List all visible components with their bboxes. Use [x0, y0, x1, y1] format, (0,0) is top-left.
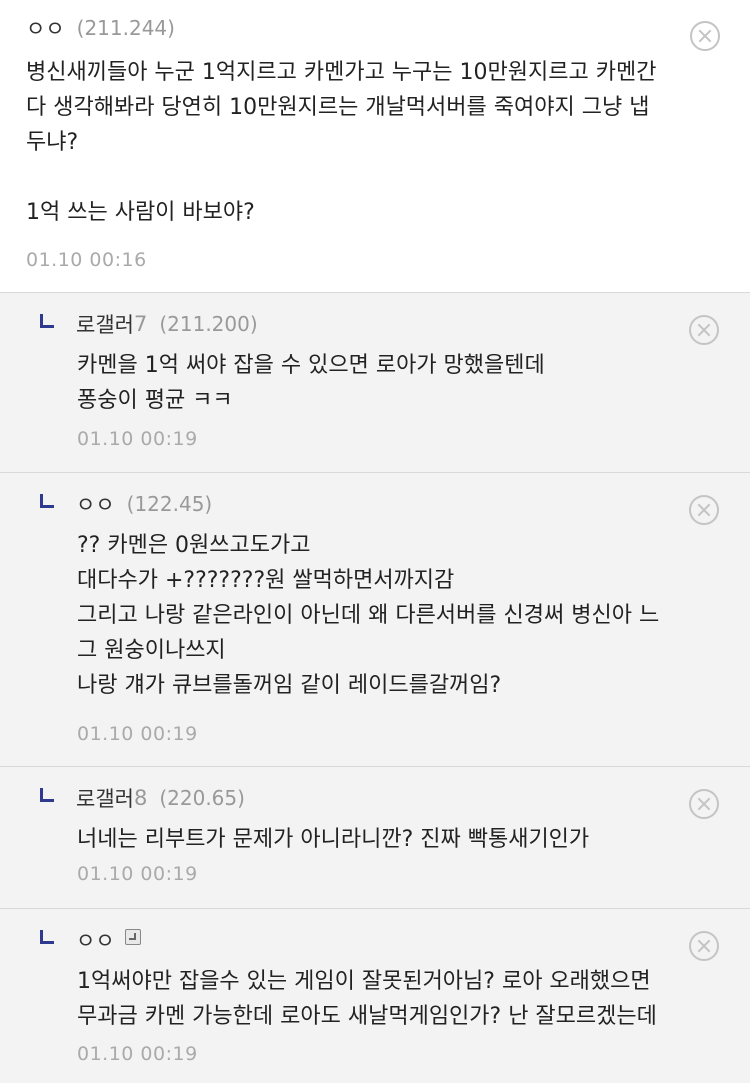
delete-icon[interactable] [690, 21, 720, 51]
comment-nickname-number: 7 [133, 312, 148, 336]
comment-date: 01.10 00:19 [77, 863, 198, 885]
comment-header: ㅇㅇ (211.244) [26, 10, 175, 46]
comment-text: 1억써야만 잡을수 있는 게임이 잘못된거아님? 로아 오래했으면 무과금 카멘… [77, 969, 657, 1029]
comment-header: 로갤러 7 (211.200) [40, 306, 258, 342]
reply-item: ㅇㅇ 1억써야만 잡을수 있는 게임이 잘못된거아님? 로아 오래했으면 무과금… [0, 908, 750, 1083]
comment-item: ㅇㅇ (211.244) 병신새끼들아 누군 1억지르고 카멘가고 누구는 10… [0, 0, 750, 292]
comment-nickname[interactable]: 로갤러 [76, 783, 134, 813]
delete-icon[interactable] [689, 789, 719, 819]
comment-ip: (220.65) [159, 786, 245, 810]
comment-date: 01.10 00:19 [77, 1043, 198, 1065]
comment-nickname[interactable]: ㅇㅇ [76, 925, 115, 955]
comment-nickname[interactable]: 로갤러 [76, 309, 134, 339]
reply-arrow-icon [40, 930, 54, 944]
delete-icon[interactable] [689, 495, 719, 525]
comment-header: ㅇㅇ [40, 922, 141, 958]
comment-header: 로갤러 8 (220.65) [40, 780, 245, 816]
reply-item: 로갤러 7 (211.200) 카멘을 1억 써야 잡을 수 있으면 로아가 망했… [0, 292, 750, 472]
delete-icon[interactable] [689, 931, 719, 961]
comment-date: 01.10 00:16 [26, 249, 147, 271]
reply-item: 로갤러 8 (220.65) 너네는 리부트가 문제가 아니라니깐? 진짜 빡통새… [0, 766, 750, 908]
comment-text: 카멘을 1억 써야 잡을 수 있으면 로아가 망했을텐데 퐁숭이 평균 ㅋㅋ [77, 353, 545, 413]
reply-item: ㅇㅇ (122.45) ?? 카멘은 0원쓰고도가고 대다수가 +???????… [0, 472, 750, 766]
comment-date: 01.10 00:19 [77, 723, 198, 745]
comment-text: 너네는 리부트가 문제가 아니라니깐? 진짜 빡통새기인가 [77, 827, 590, 852]
comment-nickname[interactable]: ㅇㅇ [76, 489, 115, 519]
comment-text: 병신새끼들아 누군 1억지르고 카멘가고 누구는 10만원지르고 카멘간 다 생… [26, 60, 657, 225]
comment-ip: (211.200) [159, 312, 258, 336]
comment-text: ?? 카멘은 0원쓰고도가고 대다수가 +???????원 쌀먹하면서까지감 그… [77, 533, 660, 698]
comment-date: 01.10 00:19 [77, 428, 198, 450]
comment-nickname[interactable]: ㅇㅇ [26, 13, 65, 43]
reply-arrow-icon [40, 314, 54, 328]
comment-ip: (122.45) [126, 492, 213, 516]
comment-ip: (211.244) [76, 16, 175, 40]
gallog-icon[interactable] [124, 929, 141, 945]
reply-arrow-icon [40, 494, 54, 508]
comment-nickname-number: 8 [133, 786, 148, 810]
comment-header: ㅇㅇ (122.45) [40, 486, 212, 522]
reply-arrow-icon [40, 788, 54, 802]
delete-icon[interactable] [689, 315, 719, 345]
